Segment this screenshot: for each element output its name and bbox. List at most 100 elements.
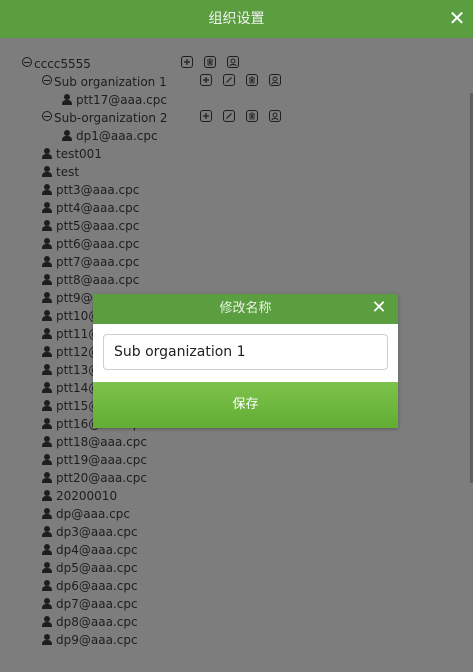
user-icon	[42, 292, 52, 304]
name-input[interactable]: Sub organization 1	[103, 334, 388, 370]
member-icon[interactable]	[269, 110, 281, 122]
member-label: ptt18@aaa.cpc	[56, 435, 147, 449]
member-label: dp@aaa.cpc	[56, 507, 130, 521]
user-icon	[42, 382, 52, 394]
node-label: Sub-organization 2	[54, 111, 168, 125]
dialog-close-icon[interactable]: ✕	[370, 299, 388, 317]
user-icon	[42, 508, 52, 520]
delete-icon[interactable]	[204, 56, 216, 68]
user-icon	[42, 310, 52, 322]
member-label: ptt7@aaa.cpc	[56, 255, 140, 269]
root-label: cccc5555	[34, 57, 91, 71]
tree-member[interactable]: ptt5@aaa.cpc	[42, 217, 242, 235]
member-icon[interactable]	[227, 56, 239, 68]
user-icon	[42, 148, 52, 160]
user-icon	[42, 364, 52, 376]
member-label: ptt8@aaa.cpc	[56, 273, 140, 287]
window-title: 组织设置	[208, 11, 265, 27]
member-label: dp3@aaa.cpc	[56, 525, 138, 539]
node-label: Sub organization 1	[54, 75, 167, 89]
tree-member[interactable]: dp4@aaa.cpc	[42, 541, 242, 559]
delete-icon[interactable]	[246, 74, 258, 86]
user-icon	[42, 166, 52, 178]
member-label: dp6@aaa.cpc	[56, 579, 138, 593]
tree-member[interactable]: ptt4@aaa.cpc	[42, 199, 242, 217]
tree-member[interactable]: ptt3@aaa.cpc	[42, 181, 242, 199]
member-label: dp7@aaa.cpc	[56, 597, 138, 611]
tree-member[interactable]: dp8@aaa.cpc	[42, 613, 242, 631]
tree-member[interactable]: ptt19@aaa.cpc	[42, 451, 242, 469]
member-label: dp8@aaa.cpc	[56, 615, 138, 629]
user-icon	[42, 472, 52, 484]
tree-member[interactable]: dp3@aaa.cpc	[42, 523, 242, 541]
tree-member[interactable]: test	[42, 163, 242, 181]
user-icon	[42, 274, 52, 286]
user-icon	[42, 598, 52, 610]
dialog-header: 修改名称 ✕	[93, 294, 398, 324]
close-icon[interactable]: ✕	[447, 8, 467, 28]
tree-node-sub-organization-2[interactable]: Sub-organization 2	[42, 109, 342, 127]
add-icon[interactable]	[200, 110, 212, 122]
user-icon	[42, 184, 52, 196]
tree-member[interactable]: ptt6@aaa.cpc	[42, 235, 242, 253]
member-label: ptt3@aaa.cpc	[56, 183, 140, 197]
window-header: 组织设置 ✕	[0, 0, 473, 38]
user-icon	[42, 256, 52, 268]
member-label: dp9@aaa.cpc	[56, 633, 138, 647]
user-icon	[42, 580, 52, 592]
user-icon	[42, 544, 52, 556]
member-label: test001	[56, 147, 102, 161]
add-icon[interactable]	[200, 74, 212, 86]
member-label: ptt5@aaa.cpc	[56, 219, 140, 233]
edit-icon[interactable]	[223, 110, 235, 122]
collapse-icon[interactable]	[42, 111, 52, 121]
user-icon	[42, 418, 52, 430]
user-icon	[42, 634, 52, 646]
user-icon	[42, 436, 52, 448]
member-icon[interactable]	[269, 74, 281, 86]
delete-icon[interactable]	[246, 110, 258, 122]
tree-member[interactable]: ptt17@aaa.cpc	[62, 91, 262, 109]
user-icon	[42, 616, 52, 628]
member-label: ptt4@aaa.cpc	[56, 201, 140, 215]
user-icon	[62, 94, 72, 106]
dialog-title: 修改名称	[219, 301, 272, 316]
tree-member[interactable]: 20200010	[42, 487, 242, 505]
tree-member[interactable]: dp1@aaa.cpc	[62, 127, 262, 145]
member-label: dp1@aaa.cpc	[76, 129, 158, 143]
add-icon[interactable]	[181, 56, 193, 68]
member-label: ptt6@aaa.cpc	[56, 237, 140, 251]
tree-member[interactable]: dp6@aaa.cpc	[42, 577, 242, 595]
member-label: test	[56, 165, 80, 179]
rename-dialog: 修改名称 ✕ Sub organization 1 保存	[93, 294, 398, 428]
user-icon	[62, 130, 72, 142]
tree-member[interactable]: dp@aaa.cpc	[42, 505, 242, 523]
user-icon	[42, 328, 52, 340]
member-label: dp4@aaa.cpc	[56, 543, 138, 557]
member-label: ptt20@aaa.cpc	[56, 471, 147, 485]
user-icon	[42, 562, 52, 574]
collapse-icon[interactable]	[22, 57, 32, 67]
tree-member[interactable]: test001	[42, 145, 242, 163]
tree-member[interactable]: dp7@aaa.cpc	[42, 595, 242, 613]
tree-member[interactable]: dp5@aaa.cpc	[42, 559, 242, 577]
tree-member[interactable]: ptt18@aaa.cpc	[42, 433, 242, 451]
tree-root[interactable]: cccc5555	[22, 55, 282, 73]
member-label: ptt19@aaa.cpc	[56, 453, 147, 467]
user-icon	[42, 202, 52, 214]
tree-node-sub-organization-1[interactable]: Sub organization 1	[42, 73, 342, 91]
tree-member[interactable]: ptt7@aaa.cpc	[42, 253, 242, 271]
member-label: ptt17@aaa.cpc	[76, 93, 167, 107]
edit-icon[interactable]	[223, 74, 235, 86]
tree-member[interactable]: ptt8@aaa.cpc	[42, 271, 242, 289]
user-icon	[42, 238, 52, 250]
user-icon	[42, 400, 52, 412]
user-icon	[42, 346, 52, 358]
save-button[interactable]: 保存	[93, 382, 398, 428]
tree-member[interactable]: ptt20@aaa.cpc	[42, 469, 242, 487]
member-label: dp5@aaa.cpc	[56, 561, 138, 575]
tree-member[interactable]: dp9@aaa.cpc	[42, 631, 242, 649]
user-icon	[42, 490, 52, 502]
user-icon	[42, 526, 52, 538]
collapse-icon[interactable]	[42, 75, 52, 85]
